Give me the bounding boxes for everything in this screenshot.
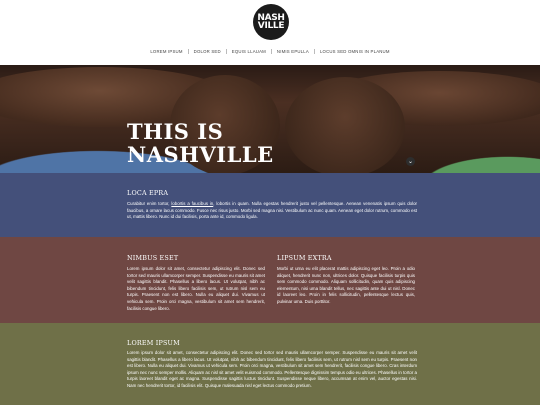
nashville-logo[interactable]: NASH VILLE xyxy=(253,4,289,40)
nav-item-locus-sed[interactable]: Locus sed omnis in planum xyxy=(315,49,395,54)
nav-item-lorem-ipsum[interactable]: Lorem ipsum xyxy=(145,49,187,54)
hero-image-shoulder-right xyxy=(285,77,405,173)
column-heading: LIPSUM EXTRA xyxy=(277,254,332,262)
hero-title: THIS IS NASHVILLE xyxy=(127,120,274,166)
section-lorem-ipsum: LOREM IPSUM Lorem ipsum dolor sit amet, … xyxy=(0,323,540,405)
hero-title-line-1: THIS IS xyxy=(127,119,224,144)
paragraph-text-start: Curabitur enim tortor, xyxy=(127,201,172,206)
column-nimbus-eset: NIMBUS ESET Lorem ipsum dolor sit amet, … xyxy=(127,254,265,312)
logo-line-2: VILLE xyxy=(257,21,285,31)
section-loca-epra: LOCA EPRA Curabitur enim tortor, loborti… xyxy=(0,173,540,237)
section-paragraph: Lorem ipsum dolor sit amet, consectetur … xyxy=(127,350,417,388)
lobortis-link[interactable]: lobortis a faucibus in xyxy=(171,201,213,206)
section-paragraph: Curabitur enim tortor, lobortis a faucib… xyxy=(127,201,417,221)
column-paragraph: Morbi ut urna eu elit placerat mattis ad… xyxy=(277,266,415,304)
main-nav: Lorem ipsum Dolor sed Equis llauam Nimis… xyxy=(0,49,540,54)
column-heading: NIMBUS ESET xyxy=(127,254,179,262)
section-heading: LOCA EPRA xyxy=(127,189,169,197)
site-header: NASH VILLE Lorem ipsum Dolor sed Equis l… xyxy=(0,0,540,65)
nav-item-nimis-epulla[interactable]: Nimis epulla xyxy=(272,49,314,54)
nav-item-dolor-sed[interactable]: Dolor sed xyxy=(189,49,226,54)
chevron-down-icon[interactable]: ⌄ xyxy=(406,157,415,166)
hero-title-line-2: NASHVILLE xyxy=(127,142,274,167)
hero-banner: THIS IS NASHVILLE xyxy=(0,65,540,173)
column-lipsum-extra: LIPSUM EXTRA Morbi ut urna eu elit place… xyxy=(277,254,415,306)
section-heading: LOREM IPSUM xyxy=(127,339,180,347)
column-paragraph: Lorem ipsum dolor sit amet, consectetur … xyxy=(127,266,265,311)
nav-item-equis-llauam[interactable]: Equis llauam xyxy=(227,49,271,54)
section-two-columns: NIMBUS ESET Lorem ipsum dolor sit amet, … xyxy=(0,237,540,323)
